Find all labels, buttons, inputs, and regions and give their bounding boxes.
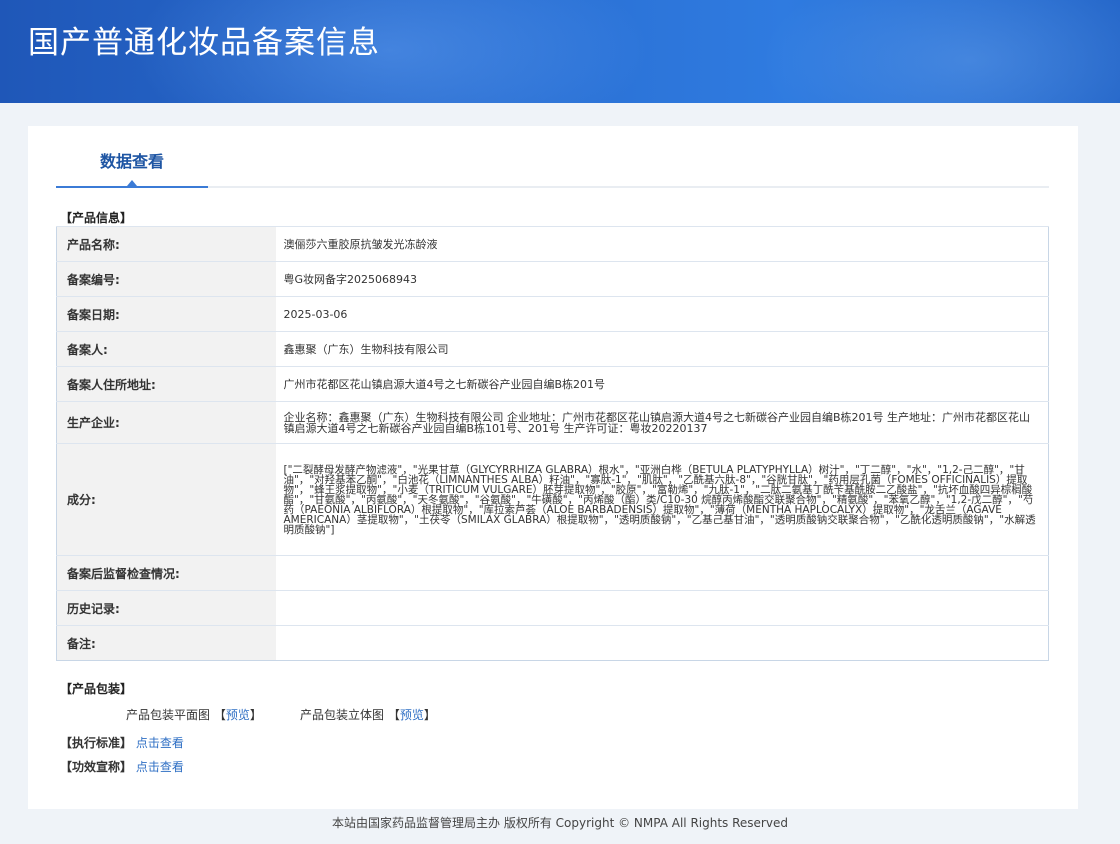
efficacy-row: 【功效宣称】 点击查看	[60, 758, 184, 775]
table-row: 历史记录:	[56, 590, 1049, 626]
inspection-label: 备案后监督检查情况:	[56, 555, 276, 591]
table-row: 备案编号: 粤G妆网备字2025068943	[56, 261, 1049, 297]
banner-decoration	[760, 0, 1120, 103]
registration-date-value: 2025-03-06	[275, 296, 1049, 332]
standards-link[interactable]: 点击查看	[136, 736, 184, 750]
table-row: 备注:	[56, 625, 1049, 661]
ingredients-value: ["二裂酵母发酵产物滤液"，"光果甘草（GLYCYRRHIZA GLABRA）根…	[275, 443, 1049, 556]
manufacturer-value: 企业名称：鑫惠聚（广东）生物科技有限公司 企业地址：广州市花都区花山镇启源大道4…	[275, 401, 1049, 444]
packaging-stereo: 产品包装立体图 【预览】	[300, 706, 436, 723]
registration-date-label: 备案日期:	[56, 296, 276, 332]
bracket-close: 】	[249, 708, 262, 722]
packaging-title: 【产品包装】	[60, 682, 133, 696]
tab-bar: 数据查看	[56, 126, 1049, 188]
product-info-table: 产品名称: 澳俪莎六重胶原抗皱发光冻龄液 备案编号: 粤G妆网备字2025068…	[56, 226, 1049, 661]
tab-data-view[interactable]: 数据查看	[56, 126, 208, 188]
bracket-open: 【	[213, 708, 226, 722]
table-row: 生产企业: 企业名称：鑫惠聚（广东）生物科技有限公司 企业地址：广州市花都区花山…	[56, 401, 1049, 444]
main-panel: 数据查看 【产品信息】 产品名称: 澳俪莎六重胶原抗皱发光冻龄液 备案编号: 粤…	[28, 126, 1078, 809]
registrant-address-value: 广州市花都区花山镇启源大道4号之七新碳谷产业园自编B栋201号	[275, 366, 1049, 402]
table-row: 备案后监督检查情况:	[56, 555, 1049, 591]
history-label: 历史记录:	[56, 590, 276, 626]
site-title: 国产普通化妆品备案信息	[28, 25, 380, 61]
inspection-value	[275, 555, 1049, 591]
registrant-address-label: 备案人住所地址:	[56, 366, 276, 402]
table-row: 备案日期: 2025-03-06	[56, 296, 1049, 332]
bracket-open: 【	[387, 708, 400, 722]
table-row: 备案人住所地址: 广州市花都区花山镇启源大道4号之七新碳谷产业园自编B栋201号	[56, 366, 1049, 402]
product-name-value: 澳俪莎六重胶原抗皱发光冻龄液	[275, 226, 1049, 262]
registration-number-value: 粤G妆网备字2025068943	[275, 261, 1049, 297]
header-banner: 国产普通化妆品备案信息	[0, 0, 1120, 103]
registrant-label: 备案人:	[56, 331, 276, 367]
ingredients-label: 成分:	[56, 443, 276, 556]
standards-label: 【执行标准】	[60, 736, 133, 750]
standards-row: 【执行标准】 点击查看	[60, 734, 184, 751]
remarks-label: 备注:	[56, 625, 276, 661]
packaging-flat: 产品包装平面图 【预览】	[126, 706, 262, 723]
manufacturer-label: 生产企业:	[56, 401, 276, 444]
tab-caret-icon	[127, 180, 137, 186]
remarks-value	[275, 625, 1049, 661]
table-row: 备案人: 鑫惠聚（广东）生物科技有限公司	[56, 331, 1049, 367]
registrant-value: 鑫惠聚（广东）生物科技有限公司	[275, 331, 1049, 367]
bracket-close: 】	[423, 708, 436, 722]
stereo-preview-link[interactable]: 预览	[400, 708, 424, 722]
efficacy-label: 【功效宣称】	[60, 760, 133, 774]
registration-number-label: 备案编号:	[56, 261, 276, 297]
footer: 本站由国家药品监督管理局主办 版权所有 Copyright © NMPA All…	[332, 816, 788, 830]
packaging-flat-label: 产品包装平面图	[126, 708, 211, 722]
table-row: 成分: ["二裂酵母发酵产物滤液"，"光果甘草（GLYCYRRHIZA GLAB…	[56, 443, 1049, 556]
tab-active-underline	[56, 186, 208, 188]
flat-preview-link[interactable]: 预览	[226, 708, 250, 722]
product-name-label: 产品名称:	[56, 226, 276, 262]
history-value	[275, 590, 1049, 626]
product-info-title: 【产品信息】	[60, 211, 133, 225]
packaging-stereo-label: 产品包装立体图	[300, 708, 385, 722]
efficacy-link[interactable]: 点击查看	[136, 760, 184, 774]
table-row: 产品名称: 澳俪莎六重胶原抗皱发光冻龄液	[56, 226, 1049, 262]
